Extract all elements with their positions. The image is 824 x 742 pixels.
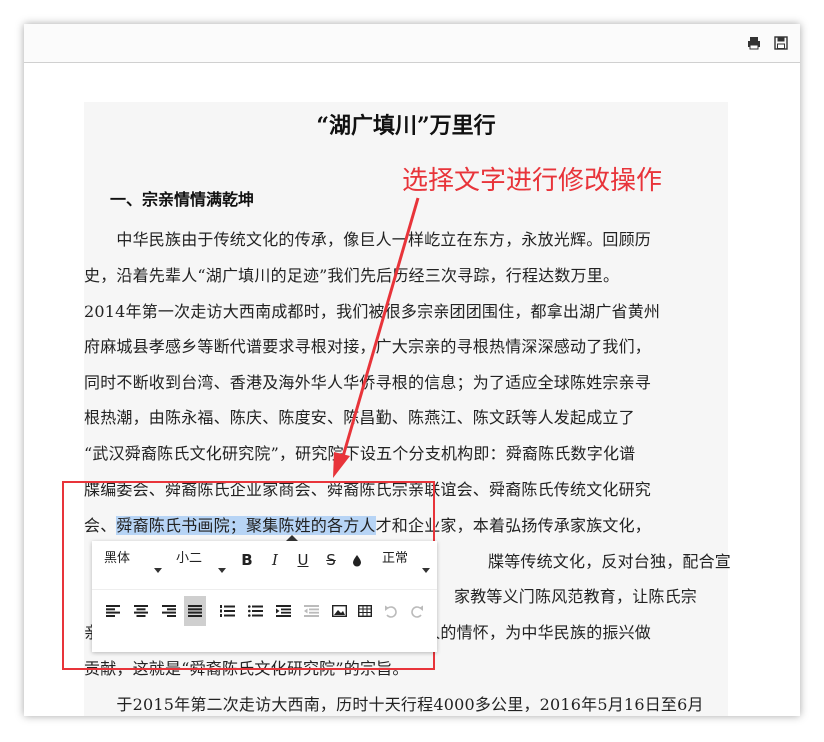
chevron-down-icon (422, 568, 430, 573)
align-left-icon[interactable] (102, 600, 124, 622)
print-icon[interactable] (747, 36, 761, 50)
paragraph-line: 2014年第一次走访大西南成都时，我们被很多宗亲团团围住，都拿出湖广省黄州 (84, 302, 661, 321)
toolbar-row-1: 黑体 小二 B I U S 正常 (92, 541, 437, 581)
strikethrough-button[interactable]: S (320, 549, 342, 571)
toolbar-row-2 (92, 589, 437, 630)
font-family-value: 黑体 (104, 551, 131, 566)
floating-format-toolbar: 黑体 小二 B I U S 正常 (92, 535, 437, 652)
line-spacing-select[interactable]: 正常 (382, 547, 430, 575)
chevron-down-icon (218, 568, 226, 573)
paragraph-line: “武汉舜裔陈氏文化研究院”，研究院下设五个分支机构即：舜裔陈氏数字化谱 (84, 444, 636, 463)
underline-button[interactable]: U (292, 549, 314, 571)
top-toolbar (24, 24, 800, 63)
paragraph-line: 家教等义门陈风范教育，让陈氏宗 (454, 587, 698, 606)
font-family-select[interactable]: 黑体 (104, 547, 162, 575)
paragraph-line: 史，沿着先辈人“湖广填川的足迹”我们先后历经三次寻踪，行程达数万里。 (84, 266, 620, 285)
color-drop-icon[interactable] (346, 549, 368, 571)
document-title: “湖广填川”万里行 (316, 113, 496, 139)
chevron-down-icon (154, 568, 162, 573)
line-spacing-value: 正常 (382, 551, 409, 566)
editor-window: “湖广填川”万里行 一、宗亲情情满乾坤 中华民族由于传统文化的传承，像巨人一样屹… (24, 24, 800, 716)
image-icon[interactable] (328, 600, 350, 622)
unordered-list-icon[interactable] (244, 600, 266, 622)
align-justify-icon[interactable] (184, 596, 206, 626)
undo-icon[interactable] (380, 600, 402, 622)
ordered-list-icon[interactable] (216, 600, 238, 622)
align-right-icon[interactable] (158, 600, 180, 622)
table-icon[interactable] (354, 600, 376, 622)
annotation-label: 选择文字进行修改操作 (402, 166, 663, 196)
font-size-select[interactable]: 小二 (176, 547, 226, 575)
paragraph-line: 府麻城县孝感乡等断代谱要求寻根对接，广大宗亲的寻根热情深深感动了我们， (84, 337, 652, 356)
save-icon[interactable] (774, 36, 788, 50)
paragraph-line: 同时不断收到台湾、香港及海外华人华侨寻根的信息；为了适应全球陈姓宗亲寻 (84, 373, 652, 392)
paragraph-line: 牒等传统文化，反对台独，配合宣 (488, 552, 732, 571)
indent-icon[interactable] (272, 600, 294, 622)
section-heading: 一、宗亲情情满乾坤 (110, 190, 255, 209)
bold-button[interactable]: B (236, 549, 258, 571)
outdent-icon[interactable] (300, 600, 322, 622)
paragraph-line: 根热潮，由陈永福、陈庆、陈度安、陈昌勤、陈燕江、陈文跃等人发起成立了 (84, 408, 635, 427)
paragraph-line: 于2015年第二次走访大西南，历时十天行程4000多公里，2016年5月16日至… (84, 695, 704, 714)
italic-button[interactable]: I (264, 549, 286, 571)
font-size-value: 小二 (176, 551, 203, 566)
redo-icon[interactable] (406, 600, 428, 622)
paragraph-line: 中华民族由于传统文化的传承，像巨人一样屹立在东方，永放光辉。回顾历 (84, 230, 652, 249)
align-center-icon[interactable] (130, 600, 152, 622)
